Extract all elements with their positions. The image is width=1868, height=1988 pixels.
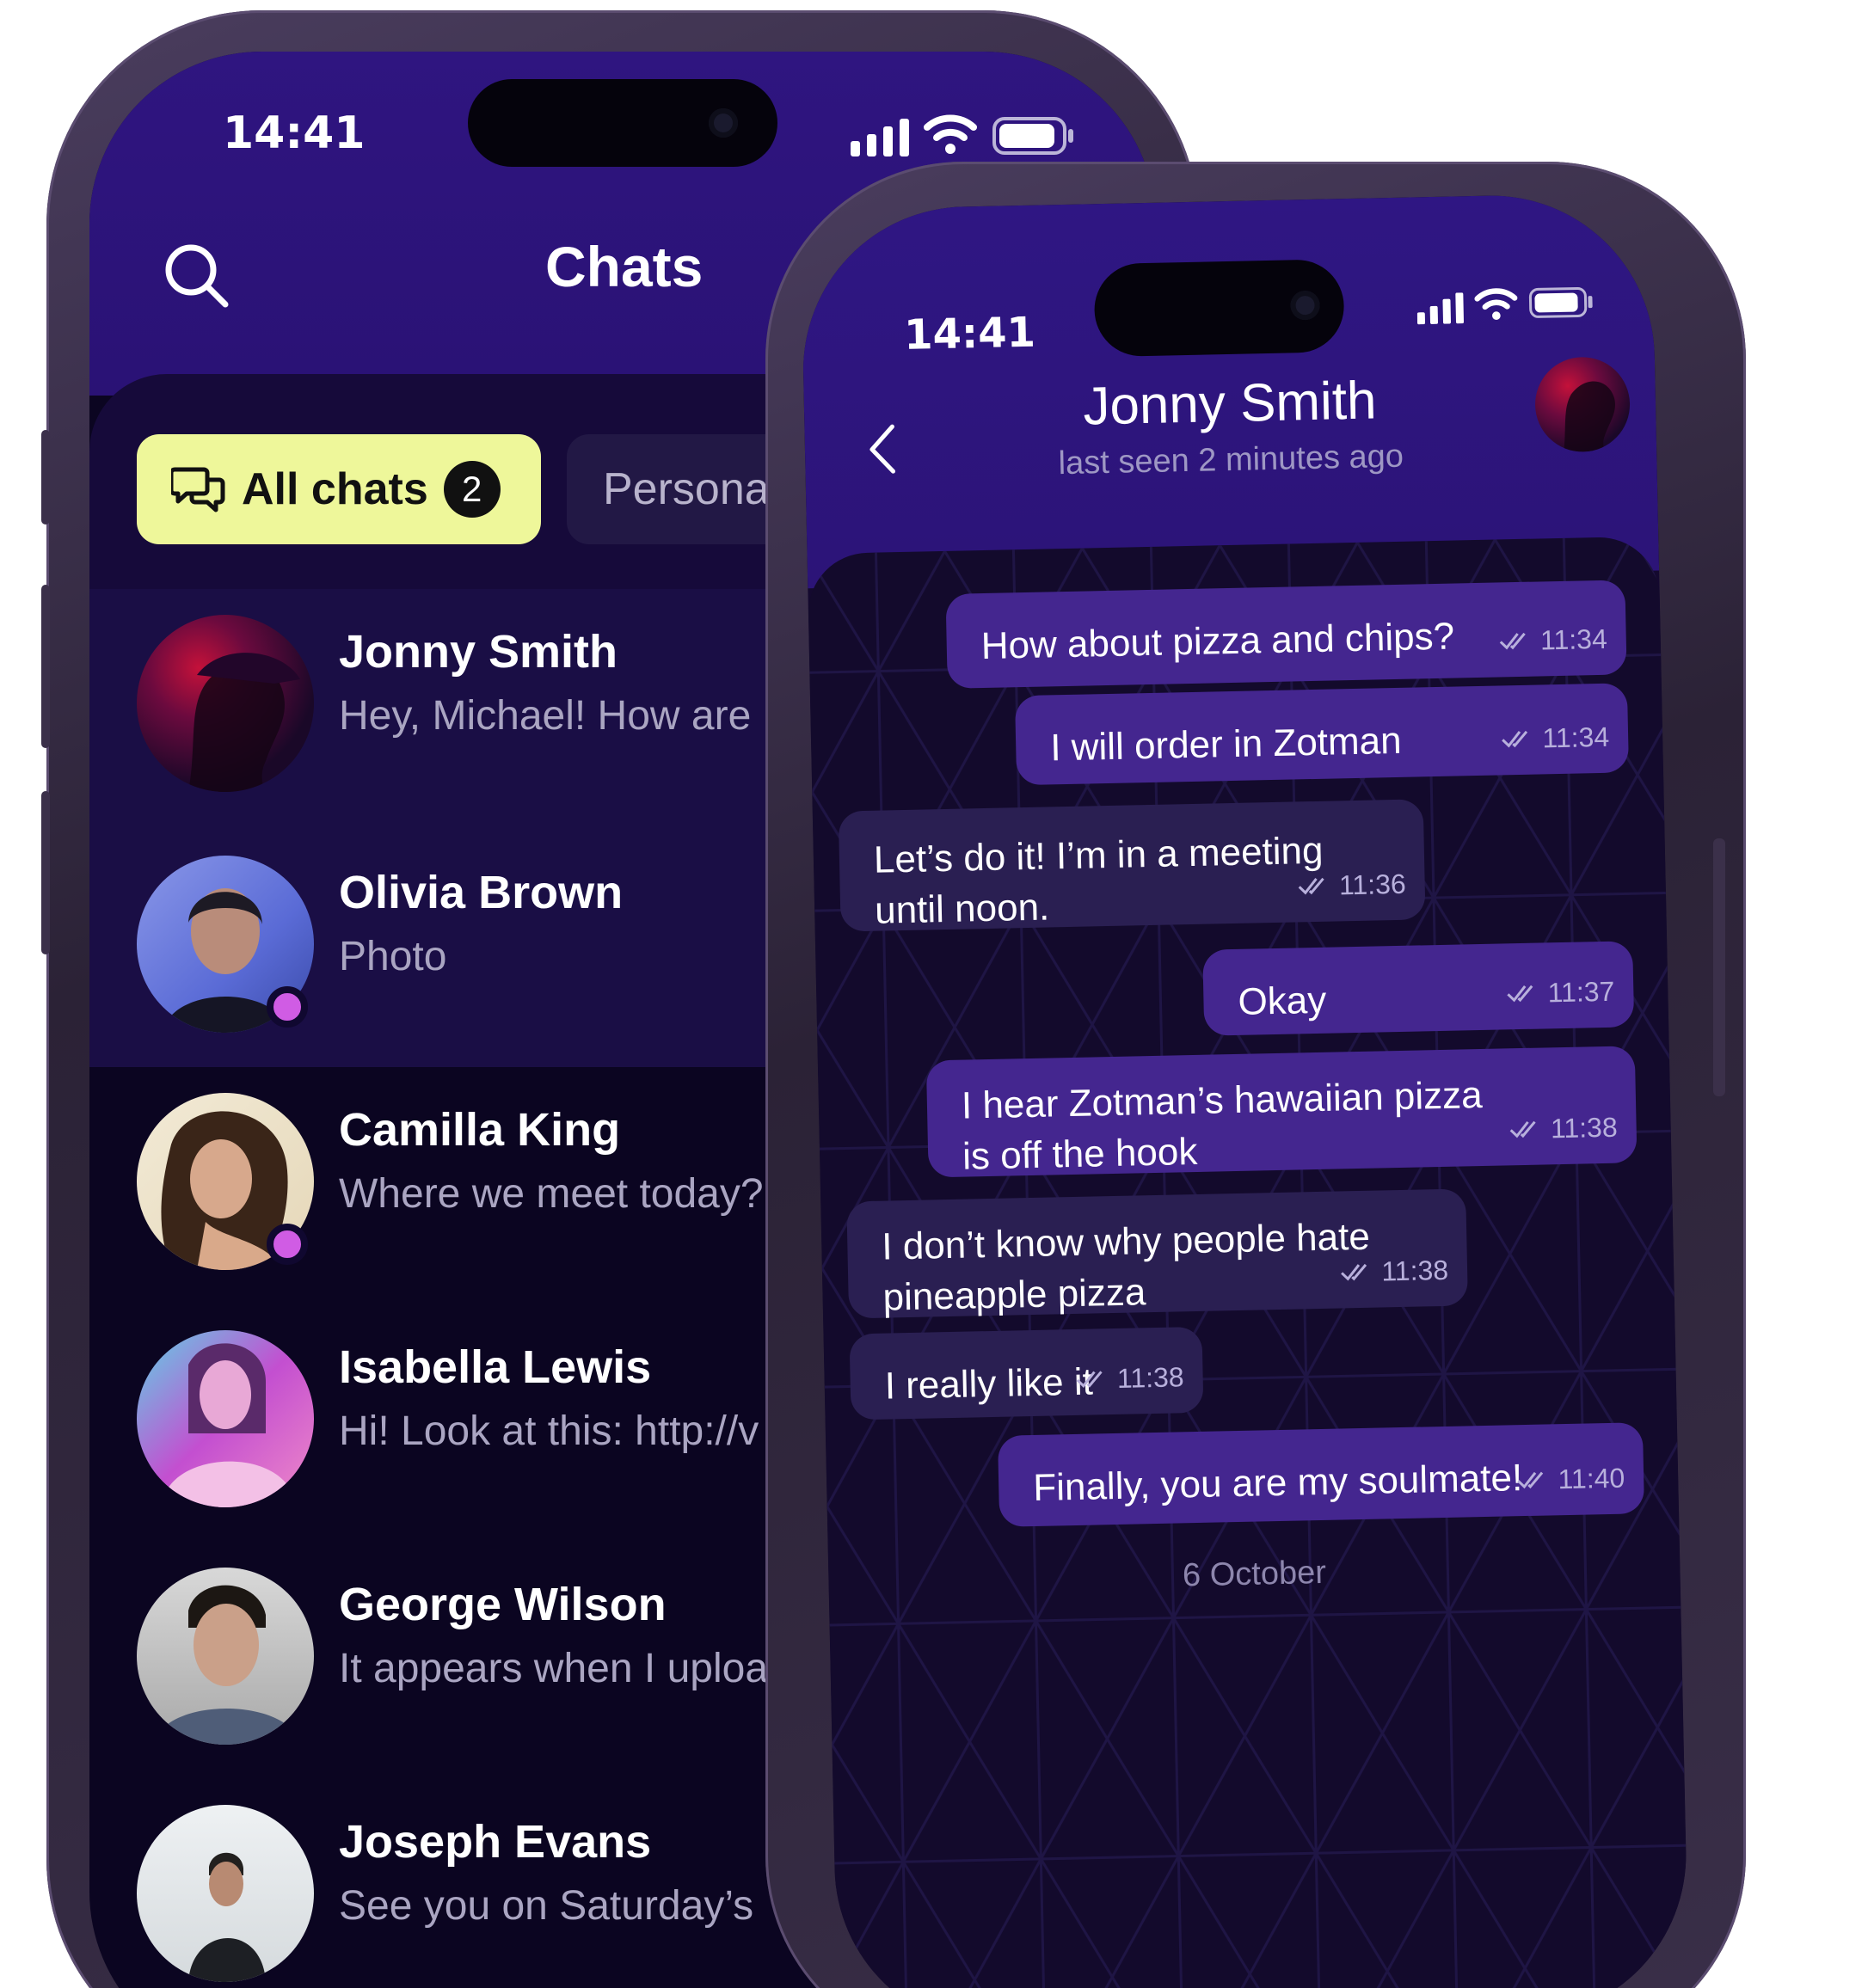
double-check-icon bbox=[1502, 731, 1528, 748]
chat-name: George Wilson bbox=[339, 1579, 667, 1630]
message-text: Okay bbox=[1237, 979, 1327, 1023]
search-icon[interactable] bbox=[162, 241, 230, 310]
avatar-silhouette bbox=[188, 653, 300, 792]
message-meta: 11:36 bbox=[1298, 866, 1407, 905]
battery-icon bbox=[1528, 286, 1593, 318]
message-time: 11:36 bbox=[1338, 868, 1407, 901]
camera-icon bbox=[1290, 290, 1320, 321]
power-button bbox=[1713, 838, 1725, 1096]
message-bubble-outgoing[interactable]: Okay 11:37 bbox=[1202, 941, 1635, 1036]
chat-name: Olivia Brown bbox=[339, 867, 624, 918]
volume-down-button bbox=[41, 791, 50, 954]
message-time: 11:38 bbox=[1116, 1361, 1184, 1394]
camera-icon bbox=[709, 108, 738, 138]
message-meta: 11:34 bbox=[1499, 621, 1608, 660]
message-text: I don’t know why people hate pineapple p… bbox=[882, 1212, 1372, 1324]
chat-name: Jonny Smith bbox=[339, 626, 618, 678]
avatar bbox=[137, 615, 314, 792]
message-meta: 11:34 bbox=[1501, 719, 1610, 758]
chat-preview: Photo bbox=[339, 934, 447, 979]
signal-icon bbox=[851, 119, 909, 156]
message-meta: 11:38 bbox=[1509, 1109, 1619, 1149]
message-bubble-incoming[interactable]: Let’s do it! I’m in a meeting until noon… bbox=[838, 799, 1426, 932]
double-check-icon bbox=[1509, 1121, 1536, 1138]
message-area: How about pizza and chips? 11:34 I will … bbox=[807, 536, 1690, 1988]
message-meta: 11:38 bbox=[1076, 1359, 1185, 1398]
chat-preview: Hi! Look at this: http://v bbox=[339, 1408, 759, 1454]
chat-preview: See you on Saturday’s bbox=[339, 1883, 754, 1929]
message-bubble-incoming[interactable]: I really like it 11:38 bbox=[849, 1326, 1204, 1420]
signal-icon bbox=[1416, 292, 1464, 325]
avatar-portrait bbox=[163, 1343, 297, 1507]
message-time: 11:38 bbox=[1381, 1254, 1449, 1287]
message-time: 11:38 bbox=[1550, 1111, 1619, 1144]
last-seen-status: last seen 2 minutes ago bbox=[1058, 438, 1404, 482]
conversation-screen: 14:41 Jonny Smith last seen 2 minutes ag… bbox=[800, 192, 1690, 1988]
side-button bbox=[41, 430, 50, 525]
status-time: 14:41 bbox=[903, 308, 1036, 359]
message-bubble-outgoing[interactable]: Finally, you are my soulmate! 11:40 bbox=[998, 1422, 1645, 1527]
dynamic-island bbox=[1093, 259, 1345, 358]
avatar-portrait bbox=[154, 1585, 300, 1745]
message-time: 11:34 bbox=[1542, 721, 1610, 754]
double-check-icon bbox=[1298, 878, 1324, 895]
double-check-icon bbox=[1507, 985, 1533, 1003]
message-line: I don’t know why people hate bbox=[881, 1215, 1371, 1268]
message-text: I will order in Zotman bbox=[1049, 719, 1403, 770]
message-line: until noon. bbox=[874, 886, 1050, 933]
contact-name: Jonny Smith bbox=[1082, 371, 1378, 437]
battery-icon bbox=[992, 117, 1073, 155]
chat-preview: Where we meet today? bbox=[339, 1171, 764, 1217]
chat-preview: It appears when I uploa bbox=[339, 1646, 769, 1691]
avatar bbox=[137, 1568, 314, 1745]
online-indicator bbox=[267, 986, 308, 1028]
chat-name: Joseph Evans bbox=[339, 1816, 652, 1868]
chat-name: Camilla King bbox=[339, 1104, 621, 1156]
message-text: Finally, you are my soulmate! bbox=[1032, 1457, 1523, 1510]
double-check-icon bbox=[1517, 1472, 1544, 1489]
avatar bbox=[137, 1330, 314, 1507]
message-bubble-outgoing[interactable]: How about pizza and chips? 11:34 bbox=[945, 580, 1627, 689]
message-time: 11:34 bbox=[1539, 623, 1608, 656]
unread-count-badge: 2 bbox=[443, 461, 501, 518]
avatar-portrait bbox=[188, 1852, 266, 1982]
message-line: pineapple pizza bbox=[882, 1271, 1146, 1320]
chat-preview: Hey, Michael! How are bbox=[339, 693, 752, 739]
avatar bbox=[137, 1805, 314, 1982]
tab-personal-label: Persona bbox=[603, 464, 770, 514]
page-title: Chats bbox=[545, 235, 704, 298]
message-bubble-incoming[interactable]: I don’t know why people hate pineapple p… bbox=[846, 1188, 1468, 1319]
chat-bubbles-icon bbox=[171, 467, 225, 512]
tab-all-chats-label: All chats bbox=[242, 464, 428, 514]
message-text: How about pizza and chips? bbox=[980, 615, 1455, 668]
conversation-header: 14:41 Jonny Smith last seen 2 minutes ag… bbox=[800, 192, 1660, 589]
chat-name: Isabella Lewis bbox=[339, 1341, 652, 1393]
volume-up-button bbox=[41, 585, 50, 748]
status-time: 14:41 bbox=[223, 107, 366, 159]
message-line: is off the hook bbox=[962, 1131, 1198, 1179]
message-time: 11:37 bbox=[1547, 975, 1615, 1009]
message-meta: 11:37 bbox=[1506, 973, 1615, 1013]
double-check-icon bbox=[1500, 633, 1527, 650]
message-time: 11:40 bbox=[1558, 1462, 1625, 1495]
message-line: Let’s do it! I’m in a meeting bbox=[873, 829, 1324, 881]
dynamic-island bbox=[468, 79, 777, 167]
message-bubble-outgoing[interactable]: I will order in Zotman 11:34 bbox=[1014, 683, 1630, 786]
message-meta: 11:38 bbox=[1340, 1252, 1449, 1292]
message-text: Let’s do it! I’m in a meeting until noon… bbox=[873, 825, 1324, 937]
wifi-icon bbox=[924, 114, 977, 154]
message-text: I hear Zotman’s hawaiian pizza is off th… bbox=[961, 1070, 1484, 1182]
message-text: I really like it bbox=[884, 1360, 1094, 1408]
message-bubble-outgoing[interactable]: I hear Zotman’s hawaiian pizza is off th… bbox=[925, 1046, 1638, 1178]
online-indicator bbox=[267, 1224, 308, 1265]
double-check-icon bbox=[1341, 1264, 1367, 1281]
double-check-icon bbox=[1076, 1371, 1103, 1389]
message-meta: 11:40 bbox=[1516, 1459, 1625, 1499]
tab-all-chats[interactable]: All chats 2 bbox=[137, 434, 541, 544]
wifi-icon bbox=[1474, 288, 1518, 320]
